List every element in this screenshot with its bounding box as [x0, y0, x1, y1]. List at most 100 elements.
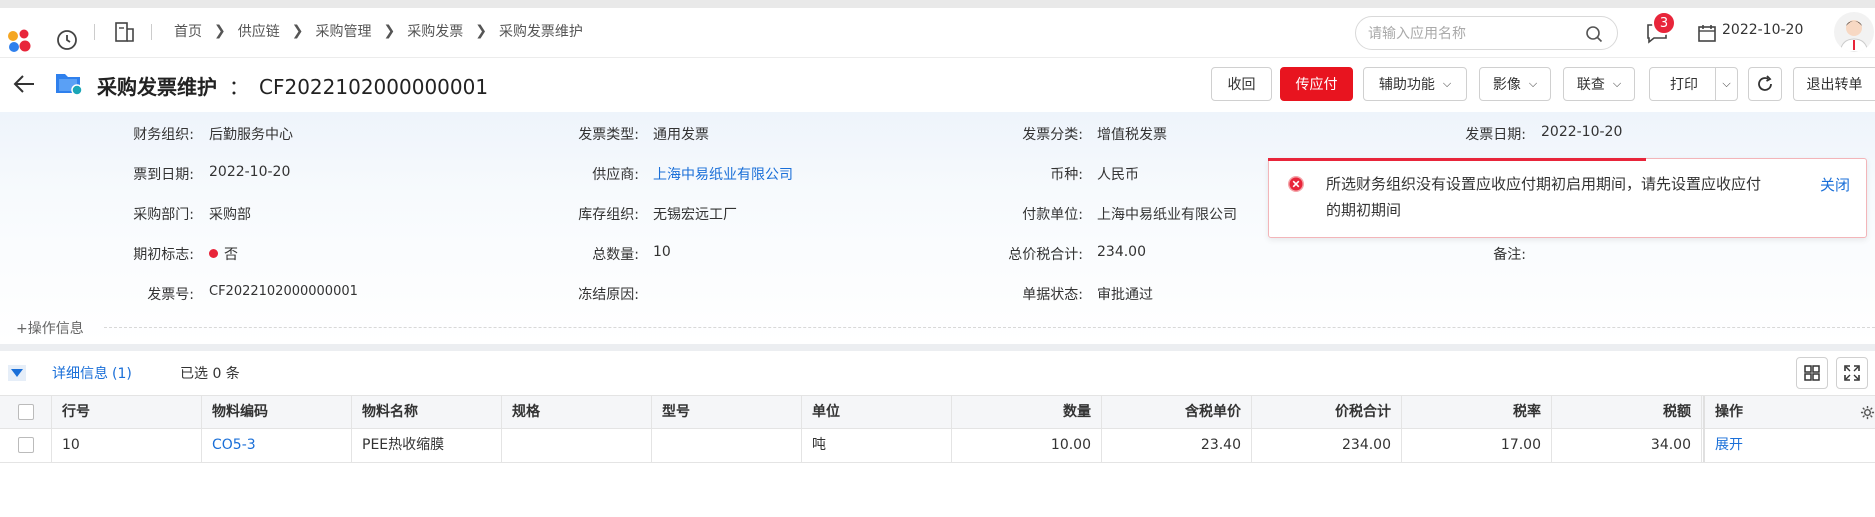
- table-header-row: 行号 物料编码 物料名称 规格 型号 单位 数量 含税单价 价税合计 税率 税额…: [0, 395, 1875, 429]
- invoice-no-value[interactable]: CF2022102000000001: [209, 284, 358, 299]
- currency-value[interactable]: 人民币: [1097, 164, 1139, 184]
- detail-toolbar: 详细信息 (1) 已选 0 条: [0, 351, 1875, 395]
- page-title: 采购发票维护 ： CF2022102000000001: [97, 71, 488, 100]
- page-title-text: 采购发票维护: [97, 75, 217, 99]
- operation-info-toggle[interactable]: +操作信息: [16, 318, 84, 338]
- transfer-ap-button[interactable]: 传应付: [1280, 67, 1353, 101]
- recall-button[interactable]: 收回: [1211, 67, 1272, 101]
- cell-line-no: 10: [52, 429, 202, 462]
- link-query-label: 联查: [1576, 77, 1605, 93]
- finance-org-value[interactable]: 后勤服务中心: [209, 124, 293, 144]
- cell-qty: 10.00: [952, 429, 1102, 462]
- page-header: 采购发票维护 ： CF2022102000000001 收回 传应付 辅助功能 ⌵ 影…: [0, 58, 1875, 110]
- refresh-button[interactable]: [1748, 67, 1782, 101]
- stock-org-value[interactable]: 无锡宏远工厂: [653, 204, 737, 224]
- initial-flag-value[interactable]: 否: [209, 244, 238, 264]
- cell-material-name: PEE热收缩膜: [352, 429, 502, 462]
- col-tax-amount[interactable]: 税额: [1552, 396, 1702, 429]
- app-search-input[interactable]: 请输入应用名称: [1355, 16, 1618, 50]
- document-code: CF2022102000000001: [259, 75, 489, 99]
- col-unit-price[interactable]: 含税单价: [1102, 396, 1252, 429]
- selection-count: 已选 0 条: [180, 366, 240, 382]
- title-separator: ：: [229, 75, 249, 99]
- select-all-cell[interactable]: [0, 396, 52, 429]
- total-amount-value: 234.00: [1097, 244, 1146, 260]
- chevron-down-icon: ⌵: [1442, 77, 1452, 90]
- invoice-date-value[interactable]: 2022-10-20: [1541, 124, 1622, 140]
- search-icon[interactable]: [1585, 25, 1603, 43]
- supplier-link[interactable]: 上海中易纸业有限公司: [653, 164, 793, 184]
- col-spec[interactable]: 规格: [502, 396, 652, 429]
- tab-detail-label: 详细信息: [52, 366, 108, 382]
- select-all-checkbox[interactable]: [17, 404, 34, 420]
- collapse-toggle[interactable]: [8, 365, 26, 381]
- image-button-label: 影像: [1492, 77, 1521, 93]
- aux-function-button[interactable]: 辅助功能 ⌵: [1363, 67, 1467, 101]
- supplier-label: 供应商:: [592, 167, 639, 183]
- cell-unit-price: 23.40: [1102, 429, 1252, 462]
- arrival-date-label: 票到日期:: [133, 167, 194, 183]
- col-model[interactable]: 型号: [652, 396, 802, 429]
- print-button[interactable]: 打印 ⌵: [1649, 67, 1738, 101]
- grid-view-button[interactable]: [1796, 357, 1828, 389]
- arrival-date-value[interactable]: 2022-10-20: [209, 164, 290, 180]
- invoice-type-value[interactable]: 通用发票: [653, 124, 709, 144]
- business-date[interactable]: 2022-10-20: [1722, 22, 1803, 38]
- app-logo-icon[interactable]: [6, 28, 32, 54]
- purchase-dept-value[interactable]: 采购部: [209, 204, 251, 224]
- chevron-down-icon: ⌵: [1528, 77, 1538, 90]
- avatar[interactable]: [1834, 12, 1874, 52]
- invoice-date-label: 发票日期:: [1465, 127, 1526, 143]
- purchase-dept-label: 采购部门:: [133, 207, 194, 223]
- expand-icon: [1844, 365, 1860, 381]
- invoice-folder-icon: [56, 74, 83, 96]
- total-qty-label: 总数量:: [592, 247, 639, 263]
- row-select-cell[interactable]: [0, 429, 52, 462]
- col-operation: 操作: [1715, 404, 1743, 420]
- breadcrumb-current[interactable]: 采购发票维护: [499, 21, 583, 41]
- triangle-down-icon: [11, 369, 23, 377]
- col-material-code[interactable]: 物料编码: [202, 396, 352, 429]
- print-dropdown-chevron-down-icon[interactable]: ⌵: [1715, 68, 1737, 100]
- invoice-category-label: 发票分类:: [1022, 127, 1083, 143]
- back-arrow-icon[interactable]: [12, 73, 36, 95]
- column-settings-gear-icon[interactable]: [1860, 405, 1875, 420]
- initial-flag-text: 否: [224, 247, 238, 263]
- col-line-no[interactable]: 行号: [52, 396, 202, 429]
- exit-transfer-button[interactable]: 退出转单: [1793, 67, 1875, 101]
- expand-row-link[interactable]: 展开: [1705, 429, 1875, 462]
- link-query-button[interactable]: 联查 ⌵: [1563, 67, 1635, 101]
- cell-spec: [502, 429, 652, 462]
- breadcrumb-purchase-mgmt[interactable]: 采购管理: [315, 21, 371, 41]
- col-unit[interactable]: 单位: [802, 396, 952, 429]
- remark-label: 备注:: [1493, 247, 1526, 263]
- fullscreen-button[interactable]: [1836, 357, 1868, 389]
- tab-detail-info[interactable]: 详细信息 (1): [52, 363, 132, 383]
- payee-label: 付款单位:: [1022, 207, 1083, 223]
- calendar-icon[interactable]: [1697, 23, 1717, 43]
- initial-flag-label: 期初标志:: [133, 247, 194, 263]
- breadcrumb-purchase-invoice[interactable]: 采购发票: [407, 21, 463, 41]
- col-tax-rate[interactable]: 税率: [1402, 396, 1552, 429]
- table-row[interactable]: 10 CO5-3 PEE热收缩膜 吨 10.00 23.40 234.00 17…: [0, 429, 1875, 463]
- col-material-name[interactable]: 物料名称: [352, 396, 502, 429]
- invoice-type-label: 发票类型:: [578, 127, 639, 143]
- cell-model: [652, 429, 802, 462]
- payee-value[interactable]: 上海中易纸业有限公司: [1097, 204, 1237, 224]
- error-message: 所选财务组织没有设置应收应付期初启用期间，请先设置应收应付的期初期间: [1326, 175, 1762, 219]
- history-clock-icon[interactable]: [56, 29, 78, 51]
- chevron-right-icon: ❯: [475, 23, 487, 39]
- breadcrumb-supply-chain[interactable]: 供应链: [238, 21, 280, 41]
- col-total[interactable]: 价税合计: [1252, 396, 1402, 429]
- breadcrumb-home[interactable]: 首页: [174, 21, 202, 41]
- chevron-right-icon: ❯: [214, 23, 226, 39]
- row-checkbox[interactable]: [17, 437, 34, 453]
- document-menu-icon[interactable]: [114, 21, 136, 43]
- toast-close-link[interactable]: 关闭: [1820, 174, 1850, 195]
- col-qty[interactable]: 数量: [952, 396, 1102, 429]
- invoice-category-value[interactable]: 增值税发票: [1097, 124, 1167, 144]
- cell-total: 234.00: [1252, 429, 1402, 462]
- image-button[interactable]: 影像 ⌵: [1479, 67, 1551, 101]
- error-notification: 所选财务组织没有设置应收应付期初启用期间，请先设置应收应付的期初期间 关闭: [1268, 158, 1867, 238]
- cell-material-code-link[interactable]: CO5-3: [202, 429, 352, 462]
